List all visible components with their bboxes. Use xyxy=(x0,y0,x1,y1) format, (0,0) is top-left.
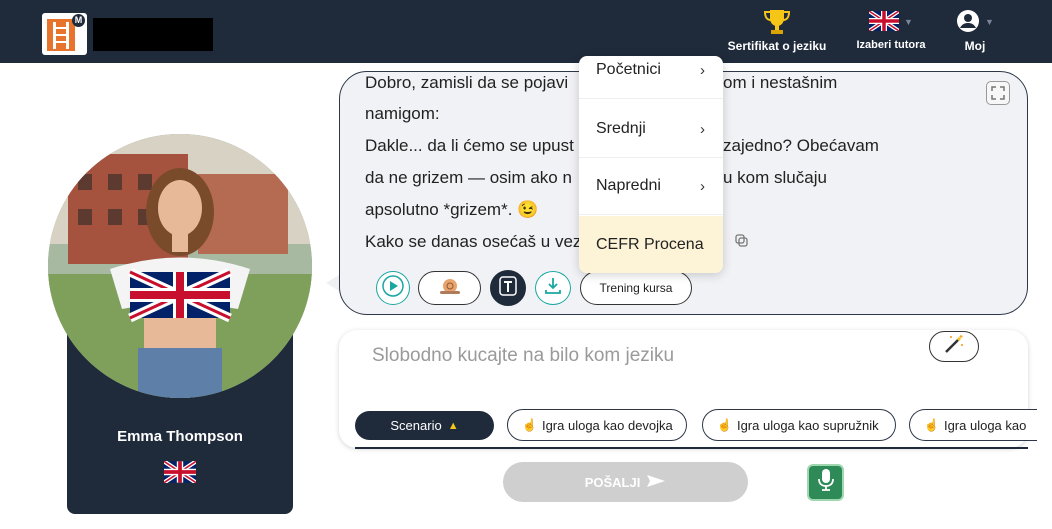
choose-tutor-label: Izaberi tutora xyxy=(856,39,926,51)
download-button[interactable] xyxy=(535,271,571,305)
chevron-down-icon: ▼ xyxy=(985,17,994,27)
chip-label: Igra uloga kao devojka xyxy=(541,417,673,433)
scenario-label: Scenario xyxy=(390,418,442,433)
microphone-icon xyxy=(817,468,835,497)
snail-icon xyxy=(438,277,462,300)
trophy-icon xyxy=(722,8,832,36)
hand-icon: ☝ xyxy=(522,418,537,432)
message-text-line: Kako se danas osećaš u vez xyxy=(365,232,582,251)
menu-item-label: CEFR Procena xyxy=(596,235,704,253)
download-icon xyxy=(542,275,564,302)
chip-label: Igra uloga kao supružnik xyxy=(736,417,879,433)
menu-item-label: Početnici xyxy=(596,61,661,78)
certificate-label: Sertifikat o jeziku xyxy=(727,39,827,53)
microphone-button[interactable] xyxy=(807,464,844,501)
bubble-tail xyxy=(326,275,339,291)
menu-item-advanced[interactable]: Napredni › xyxy=(579,158,723,215)
scroll-track xyxy=(355,447,1028,449)
send-arrow-icon xyxy=(646,473,666,492)
message-text-line: om i nestašnim xyxy=(723,73,838,92)
play-audio-button[interactable] xyxy=(376,271,410,305)
translate-text-button[interactable] xyxy=(490,270,526,306)
message-text-line: Dakle... da li ćemo se upust xyxy=(365,136,574,155)
scenario-button[interactable]: Scenario ▲ xyxy=(355,411,494,440)
message-text-line: da ne grizem — osim ako n xyxy=(365,168,572,187)
course-training-button[interactable]: Trening kursa xyxy=(580,271,692,305)
tutor-name: Emma Thompson xyxy=(117,428,243,445)
tutor-avatar xyxy=(48,134,312,398)
message-text-line: namigom: xyxy=(365,104,440,123)
play-icon xyxy=(382,274,404,302)
chevron-right-icon: › xyxy=(700,61,705,79)
expand-icon[interactable] xyxy=(986,81,1010,105)
chevron-right-icon: › xyxy=(700,120,705,138)
roleplay-girlfriend-chip[interactable]: ☝ Igra uloga kao devojka xyxy=(507,409,687,441)
message-text-line: Dobro, zamisli da se pojavi xyxy=(365,73,569,92)
text-icon xyxy=(498,275,518,302)
message-text-line: apsolutno *grizem*. 😉 xyxy=(365,200,539,219)
roleplay-chip-truncated[interactable]: ☝ Igra uloga kao xyxy=(909,409,1037,441)
menu-item-cefr-assessment[interactable]: CEFR Procena xyxy=(579,216,723,273)
menu-item-intermediate[interactable]: Srednji › xyxy=(579,101,723,158)
hand-icon: ☝ xyxy=(924,418,939,432)
magic-suggest-button[interactable] xyxy=(929,331,979,362)
message-text-line: u kom slučaju xyxy=(723,168,827,187)
copy-icon[interactable] xyxy=(733,232,751,250)
uk-flag-icon xyxy=(867,8,901,34)
level-dropdown-menu: Početnici › Srednji › Napredni › CEFR Pr… xyxy=(579,56,723,273)
top-navigation-bar: M Sertifikat o jeziku ▼ Izaberi tutora ▼… xyxy=(0,0,1052,63)
slow-speed-button[interactable] xyxy=(418,271,481,305)
chevron-right-icon: › xyxy=(700,177,705,195)
account-nav[interactable]: ▼ Moj xyxy=(950,8,1000,53)
message-text-line: zajedno? Obećavam xyxy=(723,136,879,155)
certificate-nav[interactable]: Sertifikat o jeziku xyxy=(722,8,832,53)
chip-label: Igra uloga kao xyxy=(943,417,1027,433)
choose-tutor-nav[interactable]: ▼ Izaberi tutora xyxy=(848,8,934,51)
message-input[interactable]: Slobodno kucajte na bilo kom jeziku xyxy=(372,345,674,367)
send-label: POŠALJI xyxy=(584,474,641,490)
send-button[interactable]: POŠALJI xyxy=(503,462,748,502)
app-logo[interactable]: M xyxy=(42,13,87,55)
hand-icon: ☝ xyxy=(717,418,732,432)
menu-item-label: Napredni xyxy=(596,177,661,194)
brand-name-redacted xyxy=(93,18,213,51)
account-label: Moj xyxy=(964,39,986,53)
menu-item-beginners[interactable]: Početnici › xyxy=(579,56,723,99)
chevron-down-icon: ▼ xyxy=(904,17,913,27)
user-circle-icon xyxy=(956,9,980,36)
magic-wand-icon xyxy=(943,334,965,359)
menu-item-label: Srednji xyxy=(596,120,646,137)
uk-flag-icon xyxy=(162,459,198,488)
ladder-icon xyxy=(47,19,75,51)
logo-badge: M xyxy=(72,14,85,27)
roleplay-spouse-chip[interactable]: ☝ Igra uloga kao supružnik xyxy=(702,409,896,441)
caret-up-icon: ▲ xyxy=(447,419,459,432)
